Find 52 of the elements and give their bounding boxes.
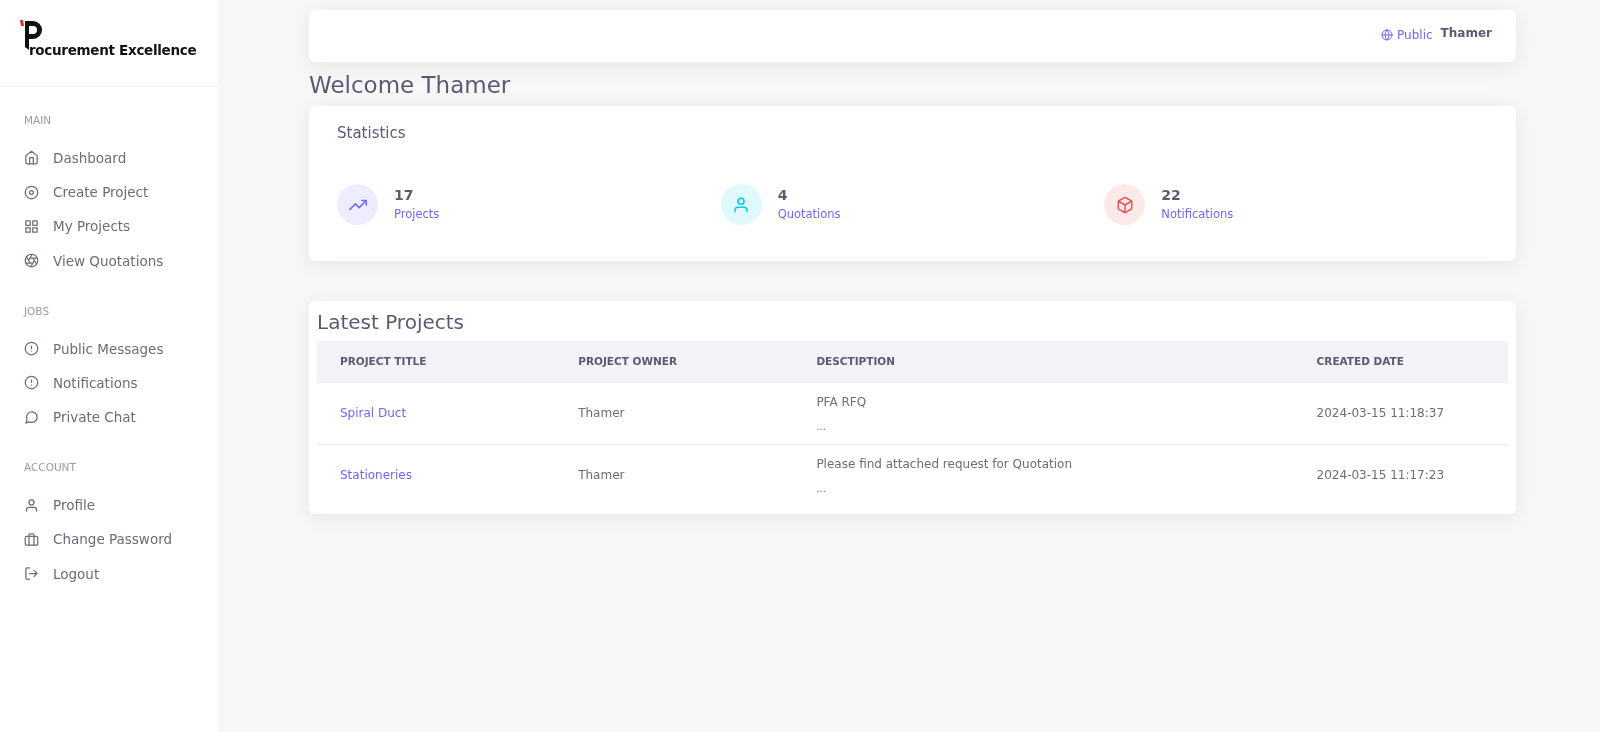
stat-label: Projects xyxy=(394,206,440,224)
aperture-icon xyxy=(24,253,39,269)
more-text: ... xyxy=(816,419,827,434)
section-heading: MAIN xyxy=(23,113,53,128)
target-icon xyxy=(24,184,39,200)
sidebar-item[interactable]: Private Chat xyxy=(0,400,218,435)
table-cell: 2024-03-15 11:18:37 xyxy=(1316,406,1445,421)
sidebar-item[interactable]: Change Password xyxy=(0,522,218,557)
column-header: PROJECT TITLE xyxy=(317,341,556,383)
user-name: Thamer xyxy=(1440,25,1492,42)
description-text: PFA RFQ xyxy=(816,393,868,411)
sidebar-item[interactable]: My Projects xyxy=(0,209,218,244)
card-title: Statistics xyxy=(337,122,407,144)
sidebar-item[interactable]: View Quotations xyxy=(0,243,218,278)
description-text: Please find attached request for Quotation xyxy=(816,455,1074,473)
column-header: DESCTIPTION xyxy=(793,341,1294,383)
alert-icon xyxy=(24,341,39,357)
stat-value: 4 xyxy=(777,186,789,206)
table-cell: 2024-03-15 11:17:23 xyxy=(1316,468,1445,483)
welcome-heading: Welcome Thamer xyxy=(309,72,512,100)
section-heading: JOBS xyxy=(22,303,51,319)
user-icon xyxy=(24,497,39,513)
logo-text: rocurement Excellence xyxy=(29,41,198,60)
card-title: Latest Projects xyxy=(317,309,465,337)
visibility-link[interactable]: Public xyxy=(1381,26,1433,44)
column-header: CREATED DATE xyxy=(1293,341,1508,383)
project-link[interactable]: Spiral Duct xyxy=(340,406,407,421)
logout-icon xyxy=(24,566,39,582)
sidebar-item[interactable]: Create Project xyxy=(0,175,218,210)
table-cell: Thamer xyxy=(578,468,625,483)
column-header: PROJECT OWNER xyxy=(555,341,794,383)
briefcase-icon xyxy=(24,531,39,547)
more-text: ... xyxy=(816,481,827,496)
stat-label: Notifications xyxy=(1161,206,1234,224)
cube-icon xyxy=(1115,195,1134,214)
sidebar-item[interactable]: Public Messages xyxy=(0,331,218,366)
home-icon xyxy=(24,150,39,166)
sidebar-item[interactable]: Logout xyxy=(0,556,218,591)
stat-value: 17 xyxy=(394,186,415,206)
stat-label: Quotations xyxy=(777,206,841,224)
section-heading: ACCOUNT xyxy=(23,460,77,476)
table-cell: Thamer xyxy=(578,406,625,421)
sidebar-item[interactable]: Notifications xyxy=(0,365,218,400)
chat-bubble-icon xyxy=(24,409,39,425)
user-icon xyxy=(732,195,751,214)
sidebar-item[interactable]: Profile xyxy=(0,488,218,523)
project-link[interactable]: Stationeries xyxy=(340,468,412,483)
stat-value: 22 xyxy=(1161,186,1182,206)
sidebar-item[interactable]: Dashboard xyxy=(0,140,218,175)
globe-icon xyxy=(1381,29,1394,41)
grid-icon xyxy=(24,218,39,234)
alert-icon xyxy=(24,375,39,391)
